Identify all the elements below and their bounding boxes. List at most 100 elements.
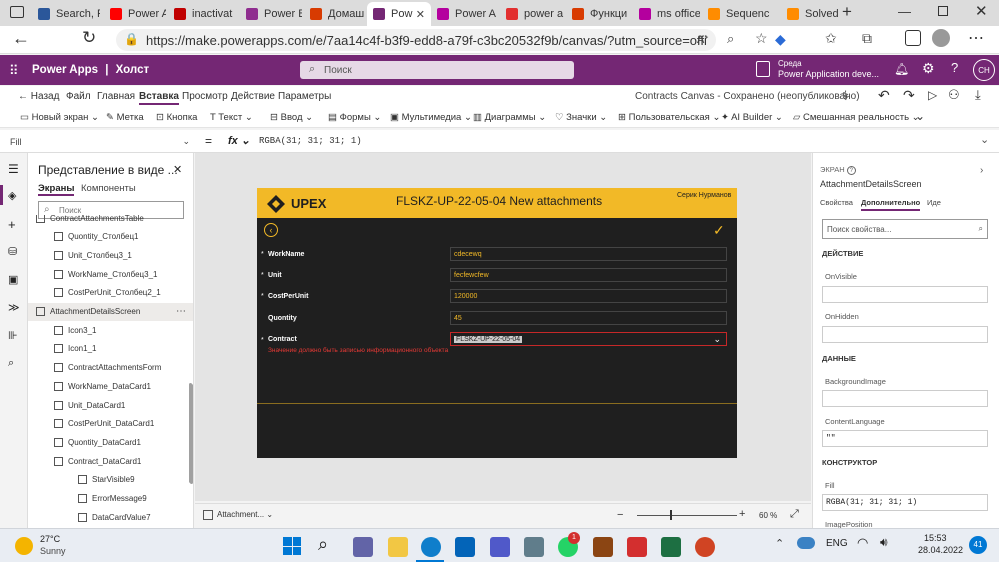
field-input[interactable]: fecfewcfew [450,268,727,282]
browser-tab[interactable]: power a [500,3,564,24]
browser-tab[interactable]: Solved: F [781,3,839,24]
acrobat-icon[interactable] [627,537,647,557]
tree-item[interactable]: StarVisible9 [28,471,193,489]
clock-time[interactable]: 15:53 [924,533,947,543]
tab-components[interactable]: Компоненты [81,183,136,194]
zoom-icon[interactable]: ⌕ [727,31,734,47]
formula-input[interactable]: RGBA(31; 31; 31; 1) [259,136,362,146]
browser-tab[interactable]: Power A [104,3,166,24]
browser-tab[interactable]: Pow ✕ [367,2,431,26]
language-indicator[interactable]: ENG [826,538,848,549]
minimize-icon[interactable]: — [898,4,911,19]
weather-temp[interactable]: 27°C [40,534,60,544]
favorites-bar-icon[interactable]: ✩ [825,30,837,47]
wifi-icon[interactable]: ◠ [857,535,868,551]
publish-icon[interactable]: ⤓ [975,87,981,103]
tree-item[interactable]: CostPerUnit_DataCard1 [28,415,193,433]
onhidden-input[interactable] [822,326,988,343]
tree-item[interactable]: Unit_Столбец3_1 [28,246,193,264]
browser-tab[interactable]: ms office [633,3,700,24]
onedrive-icon[interactable] [797,537,815,549]
text-button[interactable]: T Текст ⌄ [210,112,253,123]
tree-item[interactable]: Quontity_Столбец1 [28,228,193,246]
app-grid-icon[interactable] [593,537,613,557]
global-search-input[interactable]: ⌕ Поиск [300,61,574,79]
menu-file[interactable]: Файл [66,91,91,102]
back-arrow-icon[interactable]: ‹ [264,223,278,237]
media-icon[interactable]: ▣ [8,273,18,286]
back-icon[interactable]: ← [12,28,30,49]
browser-tab[interactable]: Search, F [32,3,100,24]
tree-item[interactable]: Contract_DataCard1 [28,452,193,470]
label-button[interactable]: ✎ Метка [106,112,144,123]
environment-picker[interactable]: Среда Power Application deve... [778,59,879,79]
screen-selector[interactable]: Attachment... ⌄ [217,510,273,519]
weather-sun-icon[interactable] [15,537,33,555]
tree-item[interactable]: ContractAttachmentsForm [28,359,193,377]
close-icon[interactable]: ✕ [173,163,182,176]
contract-dropdown[interactable]: FLSKZ-UP-22-05-04 ⌄ [450,332,727,346]
property-dropdown[interactable]: Fill ⌄ [10,134,190,149]
tree-item[interactable]: Quontity_DataCard1 [28,433,193,451]
ai-builder-button[interactable]: ✦ AI Builder ⌄ [721,112,783,123]
bell-icon[interactable]: 🔔︎ [894,62,909,76]
charts-button[interactable]: ▥ Диаграммы ⌄ [473,112,546,123]
menu-settings[interactable]: Параметры [278,91,331,102]
file-explorer-icon[interactable] [388,537,408,557]
power-automate-icon[interactable]: ≫ [8,301,20,314]
tree-item[interactable]: WorkName_DataCard1 [28,377,193,395]
browser-tab[interactable]: Функци [566,3,630,24]
close-window-icon[interactable]: ✕ [975,2,988,20]
redo-icon[interactable]: ↷ [903,87,915,104]
button-button[interactable]: ⊡ Кнопка [156,112,197,123]
new-tab-icon[interactable]: + [842,2,852,22]
mixed-reality-button[interactable]: ▱ Смешанная реальность ⌄ [793,112,920,123]
read-aloud-icon[interactable]: Aᐩ [697,33,709,46]
tree-item[interactable]: CostPerUnit_Столбец2_1 [28,284,193,302]
data-icon[interactable]: ⛁ [8,245,17,258]
fit-screen-icon[interactable]: ⤢ [790,508,799,521]
notification-center[interactable]: 41 [969,536,987,554]
powerpoint-icon[interactable] [695,537,715,557]
speaker-icon[interactable]: 🔊︎ [880,535,888,550]
tab-advanced[interactable]: Дополнительно [861,198,921,211]
menu-view[interactable]: Просмотр [182,91,228,102]
tree-view-icon[interactable]: ◈ [8,189,16,202]
zoom-out-icon[interactable]: − [617,509,623,521]
favorite-icon[interactable]: ☆ [755,30,768,47]
zoom-slider-thumb[interactable] [670,510,672,520]
browser-tab[interactable]: inactivat [168,3,238,24]
browser-tab[interactable]: Power BI [240,3,302,24]
collections-icon[interactable] [905,30,921,46]
zoom-slider[interactable] [637,515,737,516]
info-icon[interactable]: ? [846,166,856,175]
maximize-icon[interactable] [938,6,948,16]
settings-icon[interactable]: ⚙ [922,60,935,77]
tree-item[interactable]: ErrorMessage9 [28,490,193,508]
back-button[interactable]: ← Назад [18,91,59,102]
browser-tab[interactable]: Домашн [304,3,364,24]
variables-icon[interactable]: ⊪ [8,329,18,342]
tree-scrollbar-thumb[interactable] [190,384,193,484]
insert-icon[interactable]: + [8,217,16,232]
teams-icon[interactable] [490,537,510,557]
refresh-icon[interactable]: ↻ [82,28,96,48]
menu-home[interactable]: Главная [97,91,135,102]
undo-icon[interactable]: ↶ [878,87,890,104]
search-icon[interactable]: ⌕ [8,357,14,370]
submit-check-icon[interactable]: ✓ [713,222,725,239]
expand-formula-icon[interactable]: ⌄ [980,133,989,146]
tab-actions-icon[interactable] [10,6,24,18]
property-search-input[interactable]: Поиск свойства... ⌕ [822,219,988,239]
hamburger-icon[interactable]: ☰ [8,162,19,176]
browser-tab[interactable]: Power A [431,3,497,24]
user-avatar[interactable]: CH [973,59,995,81]
teams-chat-icon[interactable] [353,537,373,557]
search-icon[interactable]: ⌕ [318,534,328,555]
outlook-icon[interactable] [455,537,475,557]
edge-icon[interactable] [421,537,441,557]
calculator-icon[interactable] [524,537,544,557]
tab-properties[interactable]: Свойства [820,198,853,207]
menu-insert[interactable]: Вставка [139,91,179,105]
custom-button[interactable]: ⊞ Пользовательская ⌄ [618,112,720,123]
